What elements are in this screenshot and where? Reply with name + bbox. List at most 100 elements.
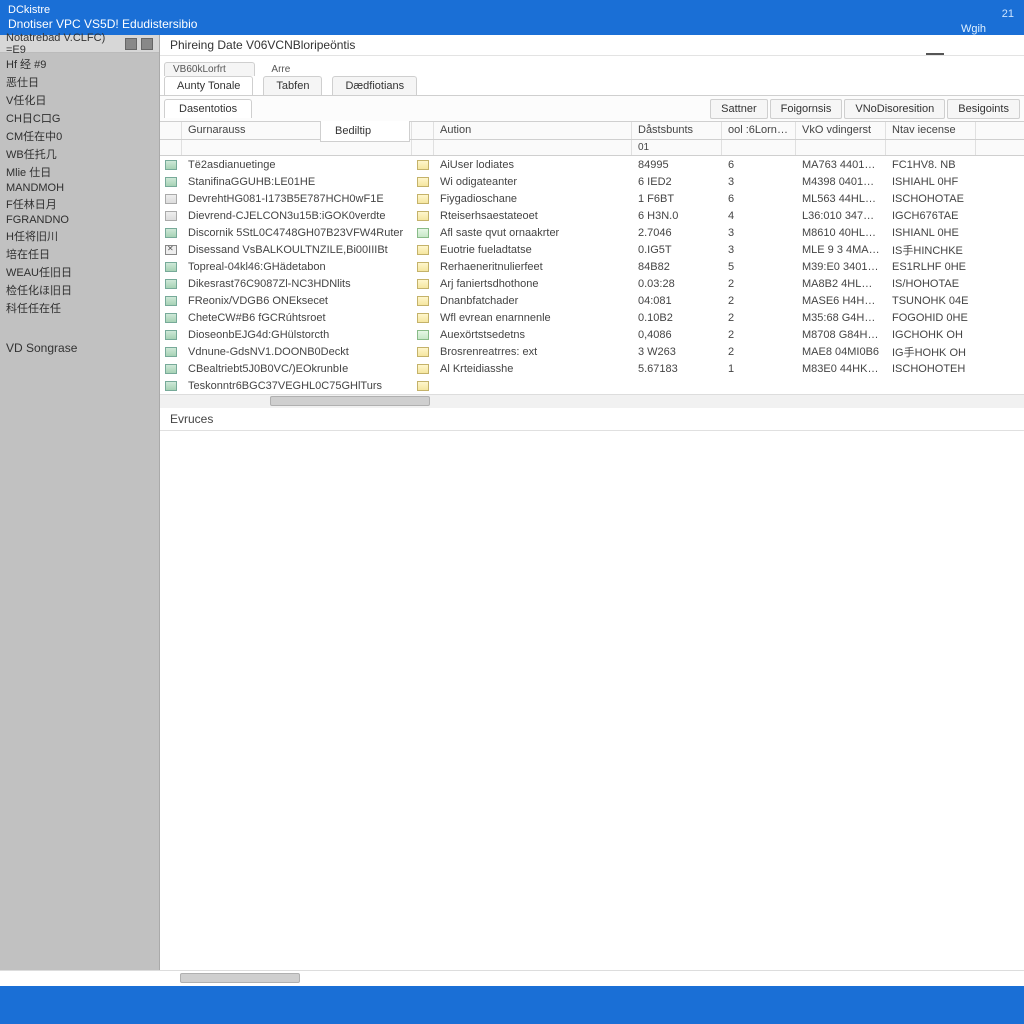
sidebar-item-10[interactable]: H任将旧川 xyxy=(4,227,155,245)
row-nav: FC1HV8. NB xyxy=(886,158,976,172)
status-scroll-thumb[interactable] xyxy=(180,973,300,983)
sidebar-item-8[interactable]: F任林日月 xyxy=(4,195,155,213)
row-file-icon xyxy=(412,364,434,374)
row-name: Discornik 5StL0C4748GH07B23VFW4Ruter xyxy=(182,226,412,240)
content-area: Phireing Date V06VCNBloripeöntis VB60kLo… xyxy=(160,35,1024,970)
row-name: StanifinaGGUHB:LE01HE xyxy=(182,175,412,189)
table-row[interactable]: StanifinaGGUHB:LE01HEWi odigateanter6 IE… xyxy=(160,173,1024,190)
titlebar-corner-num: 21 xyxy=(1002,8,1014,20)
row-dist: 6 H3N.0 xyxy=(632,209,722,223)
row-nav: ISCHOHOTEH xyxy=(886,362,976,376)
row-dist: 1 F6BT xyxy=(632,192,722,206)
sidebar-item-5[interactable]: WB任托几 xyxy=(4,145,155,163)
row-dist: 0.IG5T xyxy=(632,243,722,257)
row-name: Disessand VsBALKOULTNZILE,Bi00IIIBt xyxy=(182,243,412,257)
sidebar-item-11[interactable]: 培在任日 xyxy=(4,245,155,263)
right-tab-0[interactable]: Sattner xyxy=(710,99,767,119)
row-file-icon xyxy=(412,228,434,238)
row-sol xyxy=(722,385,796,387)
row-sol: 4 xyxy=(722,209,796,223)
grid-header2: 01 xyxy=(160,140,1024,156)
tab1-bottom[interactable]: Aunty Tonale xyxy=(164,76,253,95)
table-row[interactable]: DevrehtHG081-I173B5E787HCH0wF1EFiygadios… xyxy=(160,190,1024,207)
table-row[interactable]: Dievrend-CJELCON3u15B:iGOK0verdteRteiser… xyxy=(160,207,1024,224)
titlebar-corner-word: Wgih xyxy=(961,23,986,35)
table-row[interactable]: FReonix/VDGB6 ONEksecet Dnanbfatchader04:… xyxy=(160,292,1024,309)
table-row[interactable]: CheteCW#B6 fGCRúhtsroetWfl evrean enarnn… xyxy=(160,309,1024,326)
sidebar-icon-2[interactable] xyxy=(141,38,153,50)
tab2-bottom[interactable]: Tabfen xyxy=(263,76,322,95)
sidebar-item-12[interactable]: WEAU任旧日 xyxy=(4,263,155,281)
row-vk: M83E0 44HK306 xyxy=(796,362,886,376)
table-row[interactable]: Disessand VsBALKOULTNZILE,Bi00IIIBtEuotr… xyxy=(160,241,1024,258)
col-vk[interactable]: VkO vdingerst xyxy=(796,122,886,139)
col-nav[interactable]: Ntav iecense xyxy=(886,122,976,139)
row-icon xyxy=(160,177,182,187)
sidebar-item-4[interactable]: CM任在中0 xyxy=(4,127,155,145)
table-row[interactable]: CBealtriebt5J0B0VC/)EOkrunbIeAl Krteidia… xyxy=(160,360,1024,377)
table-row[interactable]: DioseonbEJG4d:GHülstorcthAuexörtstsedetn… xyxy=(160,326,1024,343)
right-tab-3[interactable]: Besigoints xyxy=(947,99,1020,119)
row-nav: ISHIAHL 0HF xyxy=(886,175,976,189)
breadcrumb: Phireing Date V06VCNBloripeöntis xyxy=(160,35,1024,56)
grid-h-scroll-thumb[interactable] xyxy=(270,396,430,406)
row-dist: 04:081 xyxy=(632,294,722,308)
grid-rows: Të2asdianuetingeAiUser lodiates849956MA7… xyxy=(160,156,1024,394)
table-row[interactable]: Teskonntr6BGC37VEGHL0C75GHlTurs xyxy=(160,377,1024,394)
details-body xyxy=(160,431,1024,970)
col-dist[interactable]: Dåstsbunts xyxy=(632,122,722,139)
col-aicon[interactable] xyxy=(412,122,434,139)
table-row[interactable]: Vdnune-GdsNV1.DOONB0DecktBrosrenreatrres… xyxy=(160,343,1024,360)
row-nav: IS/HOHOTAE xyxy=(886,277,976,291)
row-icon xyxy=(160,347,182,357)
table-row[interactable]: Discornik 5StL0C4748GH07B23VFW4RuterAfl … xyxy=(160,224,1024,241)
sidebar-item-1[interactable]: 恶仕日 xyxy=(4,73,155,91)
row-dist: 6 IED2 xyxy=(632,175,722,189)
window-minimize-icon[interactable] xyxy=(926,53,944,55)
table-row[interactable]: Dikesrast76C9087Zl-NC3HDNlitsArj faniert… xyxy=(160,275,1024,292)
row-vk: MASE6 H4HL8B6 xyxy=(796,294,886,308)
row-dist: 84995 xyxy=(632,158,722,172)
sidebar-item-14[interactable]: 科任任在任 xyxy=(4,299,155,317)
sidebar-item-2[interactable]: V任化日 xyxy=(4,91,155,109)
row-name: Dikesrast76C9087Zl-NC3HDNlits xyxy=(182,277,412,291)
grid-h-scrollbar[interactable] xyxy=(160,394,1024,408)
col-author[interactable]: Aution xyxy=(434,122,632,139)
tab1-top-label[interactable]: VB60kLorfrt xyxy=(164,62,255,76)
row-author: Dnanbfatchader xyxy=(434,294,632,308)
sidebar-item-13[interactable]: 检任化ほ旧日 xyxy=(4,281,155,299)
sidebar-section[interactable]: VD Songrase xyxy=(0,339,159,357)
sidebar-item-7[interactable]: MANDMOH xyxy=(4,181,155,195)
row-nav xyxy=(886,385,976,387)
right-tab-2[interactable]: VNoDisoresition xyxy=(844,99,945,119)
sidebar-item-9[interactable]: FGRANDNO xyxy=(4,213,155,227)
row-name: CheteCW#B6 fGCRúhtsroet xyxy=(182,311,412,325)
row-author xyxy=(434,385,632,387)
row-nav: IS手HINCHKE xyxy=(886,241,976,259)
sidebar-item-3[interactable]: CH日C口G xyxy=(4,109,155,127)
row-name: FReonix/VDGB6 ONEksecet xyxy=(182,294,412,308)
col-icon[interactable] xyxy=(160,122,182,139)
table-row[interactable]: Të2asdianuetingeAiUser lodiates849956MA7… xyxy=(160,156,1024,173)
row-author: Fiygadioschane xyxy=(434,192,632,206)
sidebar-item-6[interactable]: Mlie 仕日 xyxy=(4,163,155,181)
tab3[interactable]: Dædfiotians xyxy=(332,76,417,95)
row-vk xyxy=(796,385,886,387)
row-icon xyxy=(160,296,182,306)
row-name: Të2asdianuetinge xyxy=(182,158,412,172)
col-sol[interactable]: ool :6Lorneas xyxy=(722,122,796,139)
sidebar-icon-1[interactable] xyxy=(125,38,137,50)
right-tab-1[interactable]: Foigornsis xyxy=(770,99,843,119)
subtab-left[interactable]: Dasentotios xyxy=(164,99,252,118)
table-row[interactable]: Topreal-04kl46:GHädetabonRerhaeneritnuli… xyxy=(160,258,1024,275)
row-icon xyxy=(160,262,182,272)
row-file-icon xyxy=(412,177,434,187)
row-author: Brosrenreatrres: ext xyxy=(434,345,632,359)
row-vk: M35:68 G4H10B6 xyxy=(796,311,886,325)
row-vk: MLE 9 3 4MALBB6 xyxy=(796,243,886,257)
sidebar-title: Notatrebad V.CLFC) =E9 xyxy=(6,32,125,56)
popup-tab[interactable]: Bediltip xyxy=(320,121,410,142)
col-dist-2[interactable]: 01 xyxy=(632,140,722,155)
row-dist: 3 W263 xyxy=(632,345,722,359)
sidebar-item-0[interactable]: Hf 经 #9 xyxy=(4,55,155,73)
